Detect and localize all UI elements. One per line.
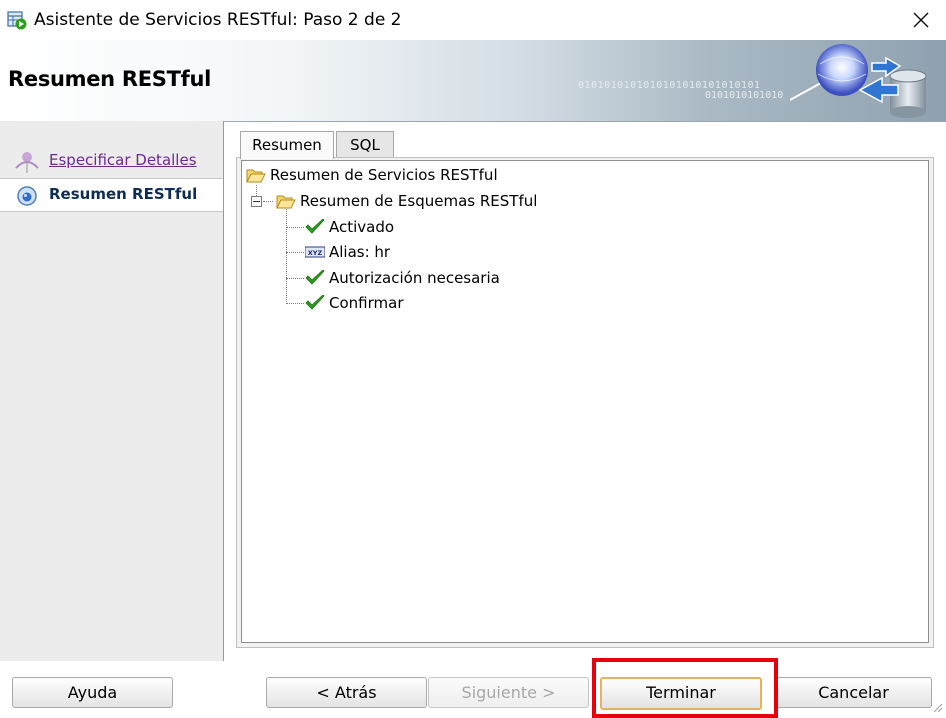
page-title: Resumen RESTful xyxy=(8,67,211,91)
open-folder-icon xyxy=(246,169,266,183)
tree-connector xyxy=(286,278,304,279)
title-bar: Asistente de Servicios RESTful: Paso 2 d… xyxy=(0,0,946,40)
next-button[interactable]: Siguiente > xyxy=(428,677,589,708)
wizard-steps-panel: Especificar Detalles Resumen RESTful xyxy=(0,121,224,661)
step-person-icon xyxy=(15,152,39,173)
tree-connector xyxy=(263,201,273,202)
step-restful-summary: Resumen RESTful xyxy=(0,178,223,212)
svg-text:XYZ: XYZ xyxy=(308,249,323,257)
banner-binary-text-2: 0101010101010 xyxy=(705,90,784,101)
tree-connector xyxy=(286,209,287,302)
tree-node-label: Resumen de Esquemas RESTful xyxy=(300,192,538,210)
tree-item-label: Autorización necesaria xyxy=(329,269,500,287)
check-icon xyxy=(305,270,325,285)
tree-item-label: Confirmar xyxy=(329,294,404,312)
window-title: Asistente de Servicios RESTful: Paso 2 d… xyxy=(34,10,402,30)
tree-item-label: Activado xyxy=(329,218,395,236)
xyz-field-icon: XYZ xyxy=(305,246,325,258)
collapse-toggle-icon[interactable] xyxy=(251,196,262,207)
tab-resumen[interactable]: Resumen xyxy=(240,131,334,159)
check-icon xyxy=(305,295,325,310)
step-current-icon xyxy=(17,186,37,206)
wizard-app-icon xyxy=(7,11,27,30)
step-label-restful-summary: Resumen RESTful xyxy=(49,185,198,203)
finish-button[interactable]: Terminar xyxy=(600,677,762,710)
tab-sql[interactable]: SQL xyxy=(336,131,394,159)
wizard-banner: Resumen RESTful 010101010101010101010101… xyxy=(0,40,946,122)
open-folder-icon xyxy=(276,195,296,209)
tree-connector xyxy=(286,303,304,304)
step-specify-details[interactable]: Especificar Detalles xyxy=(0,143,223,175)
resize-grip-icon[interactable] xyxy=(931,701,943,713)
cancel-button[interactable]: Cancelar xyxy=(775,677,932,708)
banner-globe-database-icon xyxy=(790,44,927,118)
help-button[interactable]: Ayuda xyxy=(12,677,173,708)
close-icon[interactable] xyxy=(906,5,936,35)
tree-node-label: Resumen de Servicios RESTful xyxy=(270,166,498,184)
back-button[interactable]: < Atrás xyxy=(266,677,427,708)
tree-connector xyxy=(286,227,304,228)
summary-tree: Resumen de Servicios RESTful Resumen de … xyxy=(241,160,929,643)
step-label-specify-details[interactable]: Especificar Detalles xyxy=(49,151,197,169)
tree-item-label: Alias: hr xyxy=(329,243,391,261)
tree-connector xyxy=(286,252,304,253)
check-icon xyxy=(305,219,325,234)
